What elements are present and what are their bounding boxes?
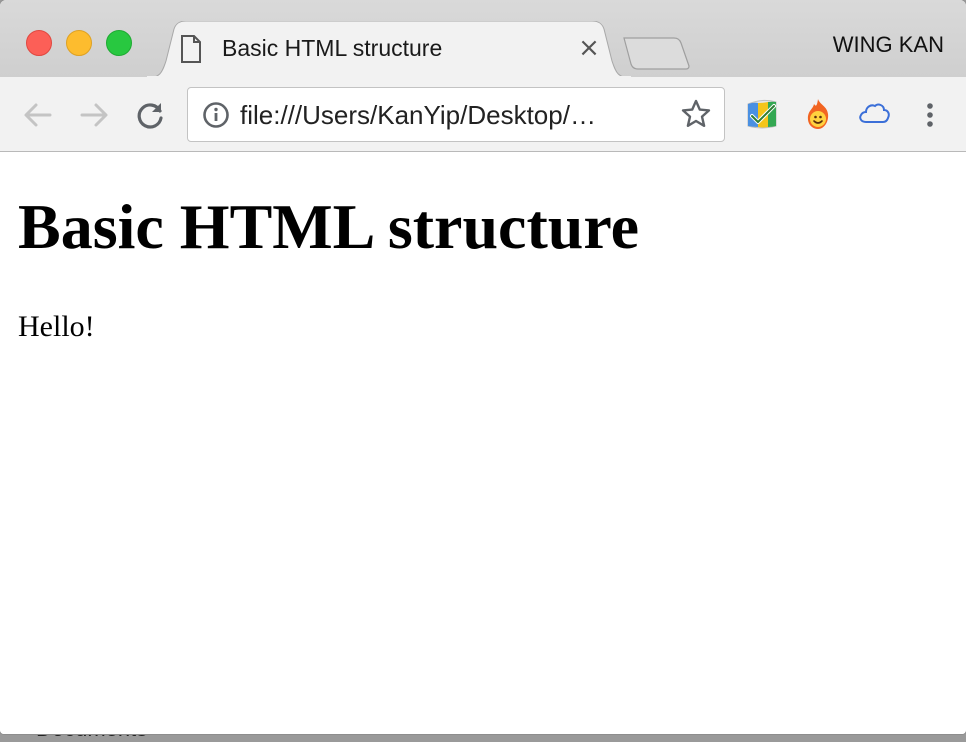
window-maximize-button[interactable] bbox=[106, 30, 132, 56]
reload-icon[interactable] bbox=[132, 97, 168, 133]
browser-window: Basic HTML structure × WING KAN file:///… bbox=[0, 0, 966, 734]
star-icon[interactable] bbox=[680, 98, 712, 130]
address-bar[interactable]: file:///Users/KanYip/Desktop/… bbox=[187, 87, 725, 142]
tab-bar: Basic HTML structure × WING KAN bbox=[0, 0, 966, 78]
window-minimize-button[interactable] bbox=[66, 30, 92, 56]
page-content: Basic HTML structure Hello! bbox=[0, 152, 966, 734]
browser-toolbar: file:///Users/KanYip/Desktop/… bbox=[0, 77, 966, 152]
page-paragraph: Hello! bbox=[18, 310, 95, 343]
fire-extension-icon[interactable] bbox=[800, 96, 836, 132]
info-icon[interactable] bbox=[202, 101, 230, 129]
page-icon bbox=[180, 35, 202, 63]
tab-active[interactable]: Basic HTML structure × bbox=[146, 21, 632, 78]
cloud-extension-icon[interactable] bbox=[856, 96, 892, 132]
profile-name[interactable]: WING KAN bbox=[833, 32, 944, 58]
new-tab-button[interactable] bbox=[622, 36, 692, 70]
back-arrow-icon[interactable] bbox=[20, 97, 56, 133]
forward-arrow-icon[interactable] bbox=[76, 97, 112, 133]
url-text[interactable]: file:///Users/KanYip/Desktop/… bbox=[240, 100, 596, 131]
more-menu-icon[interactable] bbox=[918, 97, 942, 133]
tab-title: Basic HTML structure bbox=[222, 35, 443, 61]
tab-close-icon[interactable]: × bbox=[576, 34, 602, 62]
window-close-button[interactable] bbox=[26, 30, 52, 56]
page-heading: Basic HTML structure bbox=[18, 191, 639, 262]
maps-extension-icon[interactable] bbox=[744, 96, 780, 132]
